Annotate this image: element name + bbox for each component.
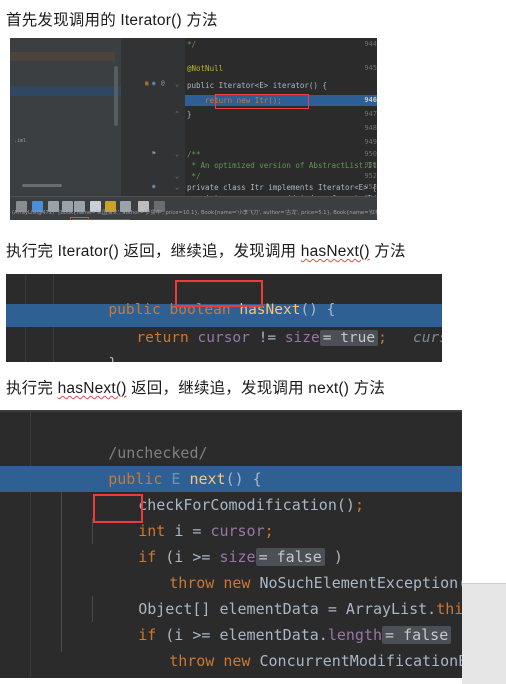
op-neq: != <box>249 330 285 346</box>
line-number: 949 <box>364 138 377 146</box>
fold-marker[interactable]: ⌄ <box>175 183 179 191</box>
tooltip-step-out: Step Out Shift+F8 <box>72 219 130 220</box>
semicolon: ; <box>354 496 364 514</box>
caption-1-text: 首先发现调用的 Iterator() 方法 <box>6 12 218 29</box>
parens: () <box>336 496 355 514</box>
page-root: 首先发现调用的 Iterator() 方法 .iml 944 945 946 9… <box>0 0 506 684</box>
screenshot-iterator-debugger: .iml 944 945 946 947 948 949 950 951 952… <box>10 38 377 220</box>
line-number: 944 <box>364 40 377 48</box>
field-cursor: cursor <box>197 330 250 346</box>
kw-return: return <box>136 330 198 346</box>
project-pane[interactable]: .iml <box>10 38 121 196</box>
caption-hasnext: 执行完 Iterator() 返回，继续追，发现调用 hasNext() 方法 <box>6 239 406 261</box>
caption-3-post: 返回，继续追，发现调用 next() 方法 <box>126 380 386 397</box>
fold-marker[interactable]: ⌃ <box>175 110 179 118</box>
gutter-bookmark-icon[interactable]: ⚑ <box>152 150 156 157</box>
semicolon: ; <box>378 330 387 346</box>
closing-brace: } <box>108 356 117 362</box>
debug-inline-value-true: = true <box>319 330 379 346</box>
project-pane-hscrollbar[interactable] <box>22 184 62 187</box>
debugger-toolbar[interactable]: Step Out Shift+F8 <box>10 196 377 220</box>
field-size: size <box>284 330 320 346</box>
editor-gutter[interactable] <box>121 38 173 196</box>
line-number: 948 <box>364 124 377 132</box>
caption-2-post: 方法 <box>369 243 406 260</box>
code-line-11: return (E) elementData[lastRet = i]; <box>24 674 462 678</box>
line-number: 945 <box>364 64 377 72</box>
type-concurrentmodificationexception: ConcurrentModificationException <box>259 652 463 670</box>
gutter-implemented-icon[interactable]: ◉ <box>152 80 156 87</box>
current-line-gutter-highlight <box>0 466 8 492</box>
screenshot-hasnext-code: public boolean hasNext() { return cursor… <box>6 274 442 362</box>
project-file-label: .iml <box>14 138 27 144</box>
fold-marker[interactable]: ⌄ <box>175 172 179 180</box>
editor-top-border <box>0 410 462 412</box>
code-line: private class Itr implements Iterator<E>… <box>187 183 377 192</box>
fold-marker[interactable]: ⌄ <box>175 80 179 88</box>
gutter-implemented-icon-2[interactable]: ◉ <box>152 183 156 190</box>
code-line: public Iterator<E> iterator() { <box>187 81 327 90</box>
code-line-3: } <box>56 330 117 362</box>
screenshot-next-code: /unchecked/ public E next() { checkForCo… <box>0 410 462 678</box>
caption-2-misspelled: hasNext() <box>300 243 370 260</box>
code-line: */ <box>187 40 197 49</box>
line-number: 950 <box>364 150 377 158</box>
gutter-override-icon[interactable]: ▣ <box>145 80 149 87</box>
project-pane-scrollbar[interactable] <box>114 66 118 126</box>
fold-marker[interactable]: ⌄ <box>175 150 179 158</box>
code-line: } <box>187 110 192 119</box>
caption-3-misspelled: hasNext() <box>57 380 127 397</box>
line-number: 952 <box>364 172 377 180</box>
caption-3-pre: 执行完 <box>6 380 58 397</box>
caption-next: 执行完 hasNext() 返回，继续追，发现调用 next() 方法 <box>6 376 385 398</box>
annotation-box-next <box>93 494 143 523</box>
line-number: 947 <box>364 110 377 118</box>
code-line: * An optimized version of AbstractList.I… <box>187 161 378 170</box>
debugger-variable-value: (ArrayList@472) "[Book{name='三国演义', auth… <box>12 210 377 216</box>
line-number-current: 946 <box>364 96 377 104</box>
code-line: */ <box>187 172 201 181</box>
annotation-box-hasnext <box>175 280 263 307</box>
caption-iterator: 首先发现调用的 Iterator() 方法 <box>6 8 218 30</box>
gutter-annotation-icon[interactable]: @ <box>161 80 165 87</box>
caption-2-pre: 执行完 Iterator() 返回，继续追，发现调用 <box>6 243 301 260</box>
code-line-highlighted: return new Itr(); <box>187 96 282 105</box>
editor-pane[interactable]: 944 945 946 947 948 949 950 951 952 953 … <box>121 38 378 203</box>
code-line: @NotNull <box>187 64 224 73</box>
project-pane-selected-row[interactable] <box>10 86 121 96</box>
right-gray-panel <box>462 583 506 684</box>
code-line: /** <box>187 150 201 159</box>
debug-hint-cursor: cursor: 0 <box>413 330 442 346</box>
project-pane-band <box>10 52 115 61</box>
